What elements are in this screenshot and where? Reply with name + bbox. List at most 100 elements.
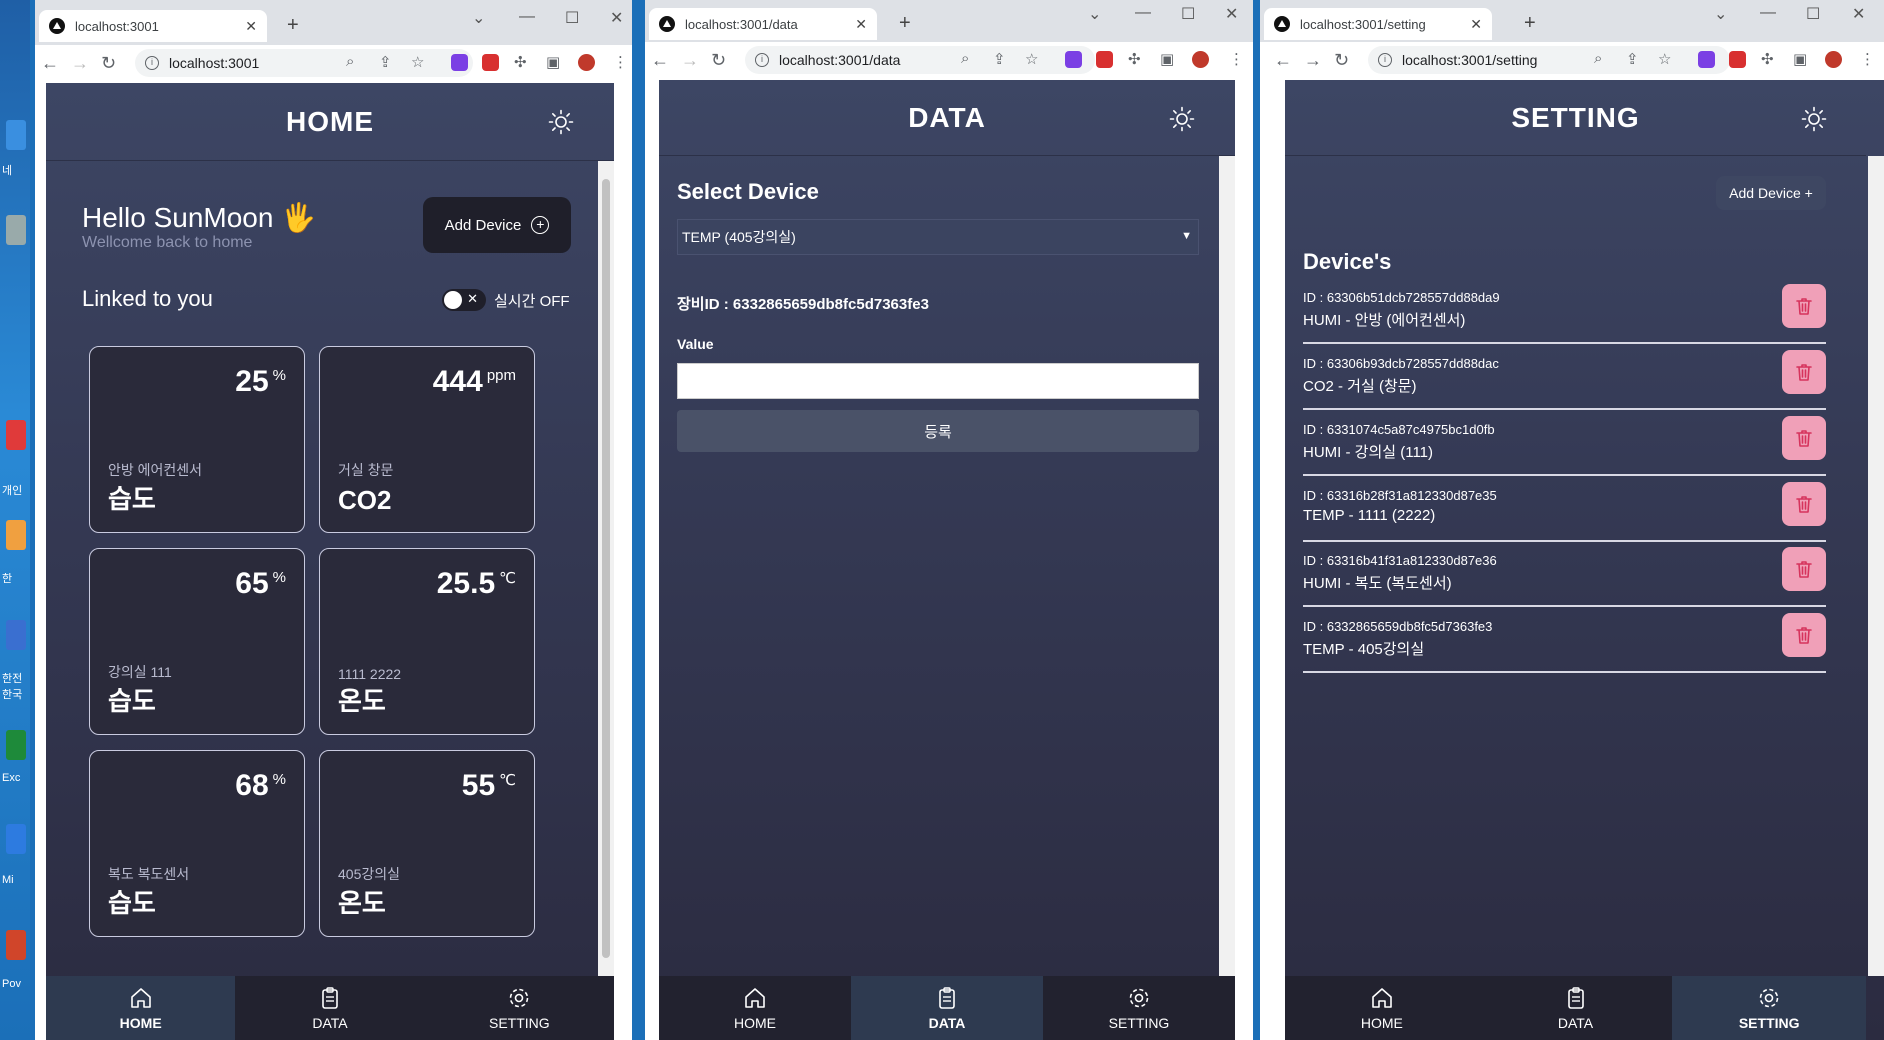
delete-button[interactable] [1782,350,1826,394]
sun-icon[interactable] [1801,106,1827,132]
desktop-icon[interactable] [6,930,26,960]
add-device-button[interactable]: Add Device + [423,197,571,253]
extension-icon[interactable] [1096,51,1113,68]
sensor-card[interactable]: 25.5 ℃ 1111 2222 온도 [319,548,535,735]
extension-icon[interactable] [1698,51,1715,68]
tab-search-button[interactable]: ⌄ [472,8,485,28]
reload-button[interactable]: ↻ [711,50,726,71]
nav-home[interactable]: HOME [46,976,236,1040]
nav-setting[interactable]: SETTING [1043,976,1235,1040]
side-panel-icon[interactable]: ▣ [1160,50,1174,68]
minimize-button[interactable]: — [1760,4,1776,22]
minimize-button[interactable]: — [1135,4,1151,22]
address-bar[interactable]: i localhost:3001/setting [1368,46,1730,74]
profile-avatar-icon[interactable] [578,54,595,71]
back-button[interactable]: ← [1274,50,1292,71]
share-icon[interactable]: ⇪ [379,53,392,71]
desktop-icon[interactable] [6,824,26,854]
extension-icon[interactable] [1065,51,1082,68]
extensions-puzzle-icon[interactable]: ✣ [1761,50,1774,68]
zoom-icon[interactable]: ⌕ [346,53,354,70]
scrollbar-thumb[interactable] [602,179,610,958]
back-button[interactable]: ← [651,50,669,71]
forward-button[interactable]: → [681,50,699,71]
delete-button[interactable] [1782,482,1826,526]
sensor-card[interactable]: 444 ppm 거실 창문 CO2 [319,346,535,533]
sun-icon[interactable] [548,109,574,135]
desktop-icon[interactable] [6,420,26,450]
scrollbar-thumb[interactable] [1223,172,1231,960]
maximize-button[interactable]: ☐ [1806,4,1820,24]
sun-icon[interactable] [1169,106,1195,132]
side-panel-icon[interactable]: ▣ [1793,50,1807,68]
forward-button[interactable]: → [71,53,89,74]
device-select[interactable]: TEMP (405강의실) ▼ [677,219,1199,255]
menu-kebab-icon[interactable]: ⋮ [1229,50,1244,68]
nav-setting[interactable]: SETTING [425,976,614,1040]
browser-tab[interactable]: localhost:3001 ✕ [39,10,267,42]
desktop-icon[interactable] [6,620,26,650]
menu-kebab-icon[interactable]: ⋮ [613,53,628,71]
desktop-icon[interactable] [6,120,26,150]
value-input[interactable] [677,363,1199,399]
realtime-toggle[interactable]: ✕ [442,289,486,311]
desktop-icon[interactable] [6,520,26,550]
site-info-icon[interactable]: i [755,53,769,67]
side-panel-icon[interactable]: ▣ [546,53,560,71]
menu-kebab-icon[interactable]: ⋮ [1860,50,1875,68]
minimize-button[interactable]: — [519,8,535,26]
tab-search-button[interactable]: ⌄ [1088,4,1101,24]
new-tab-button[interactable]: + [1524,12,1536,35]
extensions-puzzle-icon[interactable]: ✣ [1128,50,1141,68]
extension-icon[interactable] [1729,51,1746,68]
submit-button[interactable]: 등록 [677,410,1199,452]
reload-button[interactable]: ↻ [1334,50,1349,71]
site-info-icon[interactable]: i [1378,53,1392,67]
nav-data[interactable]: DATA [1479,976,1673,1040]
close-tab-icon[interactable]: ✕ [855,16,867,33]
sensor-card[interactable]: 55 ℃ 405강의실 온도 [319,750,535,937]
browser-tab[interactable]: localhost:3001/setting ✕ [1264,8,1492,40]
tab-search-button[interactable]: ⌄ [1714,4,1727,24]
new-tab-button[interactable]: + [287,14,299,37]
share-icon[interactable]: ⇪ [993,50,1006,68]
delete-button[interactable] [1782,284,1826,328]
maximize-button[interactable]: ☐ [1181,4,1195,24]
share-icon[interactable]: ⇪ [1626,50,1639,68]
sensor-card[interactable]: 68% 복도 복도센서 습도 [89,750,305,937]
delete-button[interactable] [1782,547,1826,591]
nav-data[interactable]: DATA [235,976,424,1040]
zoom-icon[interactable]: ⌕ [1594,50,1602,67]
page-scrollbar[interactable] [1868,156,1884,976]
close-window-button[interactable]: ✕ [610,8,623,28]
zoom-icon[interactable]: ⌕ [961,50,969,67]
extensions-puzzle-icon[interactable]: ✣ [514,53,527,71]
sensor-card[interactable]: 25% 안방 에어컨센서 습도 [89,346,305,533]
close-tab-icon[interactable]: ✕ [245,18,257,35]
bookmark-star-icon[interactable]: ☆ [1025,50,1038,68]
maximize-button[interactable]: ☐ [565,8,579,28]
sensor-card[interactable]: 65% 강의실 111 습도 [89,548,305,735]
nav-setting[interactable]: SETTING [1672,976,1867,1040]
profile-avatar-icon[interactable] [1825,51,1842,68]
address-bar[interactable]: i localhost:3001/data [745,46,1095,74]
nav-data[interactable]: DATA [851,976,1043,1040]
profile-avatar-icon[interactable] [1192,51,1209,68]
desktop-icon[interactable] [6,730,26,760]
nav-home[interactable]: HOME [659,976,851,1040]
forward-button[interactable]: → [1304,50,1322,71]
delete-button[interactable] [1782,416,1826,460]
site-info-icon[interactable]: i [145,56,159,70]
delete-button[interactable] [1782,613,1826,657]
page-scrollbar[interactable] [598,161,614,976]
extension-icon[interactable] [451,54,468,71]
browser-tab[interactable]: localhost:3001/data ✕ [649,8,877,40]
new-tab-button[interactable]: + [899,12,911,35]
close-tab-icon[interactable]: ✕ [1470,16,1482,33]
bookmark-star-icon[interactable]: ☆ [1658,50,1671,68]
extension-icon[interactable] [482,54,499,71]
close-window-button[interactable]: ✕ [1852,4,1865,24]
desktop-icon[interactable] [6,215,26,245]
add-device-button[interactable]: Add Device + [1716,176,1826,210]
page-scrollbar[interactable] [1219,156,1235,976]
